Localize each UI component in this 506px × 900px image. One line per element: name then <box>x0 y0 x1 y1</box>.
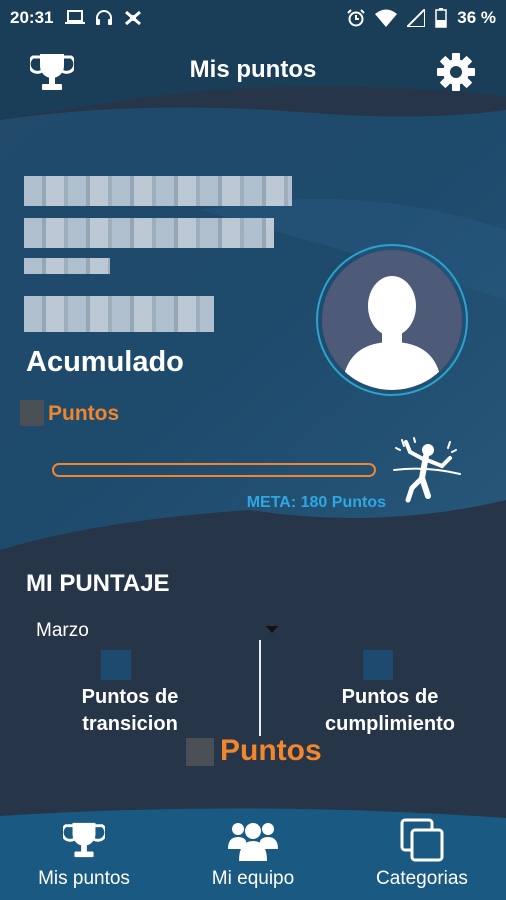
accumulated-title: Acumulado <box>26 346 184 378</box>
blurred-position <box>24 296 214 332</box>
progress-bar <box>52 463 376 477</box>
nav-mis-puntos[interactable]: Mis puntos <box>0 818 168 890</box>
status-bar: 20:31 36 % <box>0 0 506 36</box>
compliance-points-value-box <box>363 650 393 680</box>
goal-text: META: 180 Puntos <box>246 494 386 511</box>
blurred-info <box>24 218 274 248</box>
battery-percent: 36 % <box>457 8 496 27</box>
month-select[interactable]: Marzo <box>36 620 89 642</box>
transition-label-line2: transicion <box>82 713 178 735</box>
headset-icon <box>95 9 113 27</box>
trophy-icon <box>0 818 168 862</box>
bottom-nav: Mis puntos Mi equipo Categorias <box>0 806 506 900</box>
user-silhouette-icon <box>322 250 462 390</box>
runner-finish-icon <box>390 436 464 511</box>
avatar[interactable] <box>316 244 468 396</box>
total-points-value-box <box>186 738 214 766</box>
categories-icon <box>338 818 506 862</box>
laptop-icon <box>65 10 86 26</box>
nav-label: Mi equipo <box>211 868 295 889</box>
column-divider <box>259 640 261 736</box>
section-title-mi-puntaje: MI PUNTAJE <box>26 570 170 597</box>
chevron-down-icon[interactable] <box>266 626 278 633</box>
transition-label-line1: Puntos de <box>81 686 179 708</box>
compliance-label-line1: Puntos de <box>341 686 439 708</box>
tool-icon <box>123 9 143 27</box>
compliance-points-label: Puntos de cumplimiento <box>298 684 482 738</box>
page-title: Mis puntos <box>189 56 317 83</box>
nav-categorias[interactable]: Categorias <box>338 818 506 890</box>
team-icon <box>169 818 337 862</box>
points-value-box <box>20 400 44 426</box>
nav-mi-equipo[interactable]: Mi equipo <box>169 818 337 890</box>
signal-icon <box>407 9 426 27</box>
nav-label: Categorias <box>376 868 468 889</box>
gear-icon[interactable] <box>436 52 476 97</box>
wifi-icon <box>375 9 398 27</box>
blurred-id <box>24 258 110 274</box>
transition-points-label: Puntos de transicion <box>40 684 220 738</box>
alarm-icon <box>347 9 365 27</box>
compliance-label-line2: cumplimiento <box>324 713 455 735</box>
points-label: Puntos <box>48 402 120 425</box>
status-time: 20:31 <box>10 8 54 27</box>
battery-icon <box>435 8 447 28</box>
total-points-label: Puntos <box>220 734 322 767</box>
transition-points-value-box <box>101 650 131 680</box>
blurred-name <box>24 176 292 206</box>
nav-label: Mis puntos <box>38 868 130 889</box>
